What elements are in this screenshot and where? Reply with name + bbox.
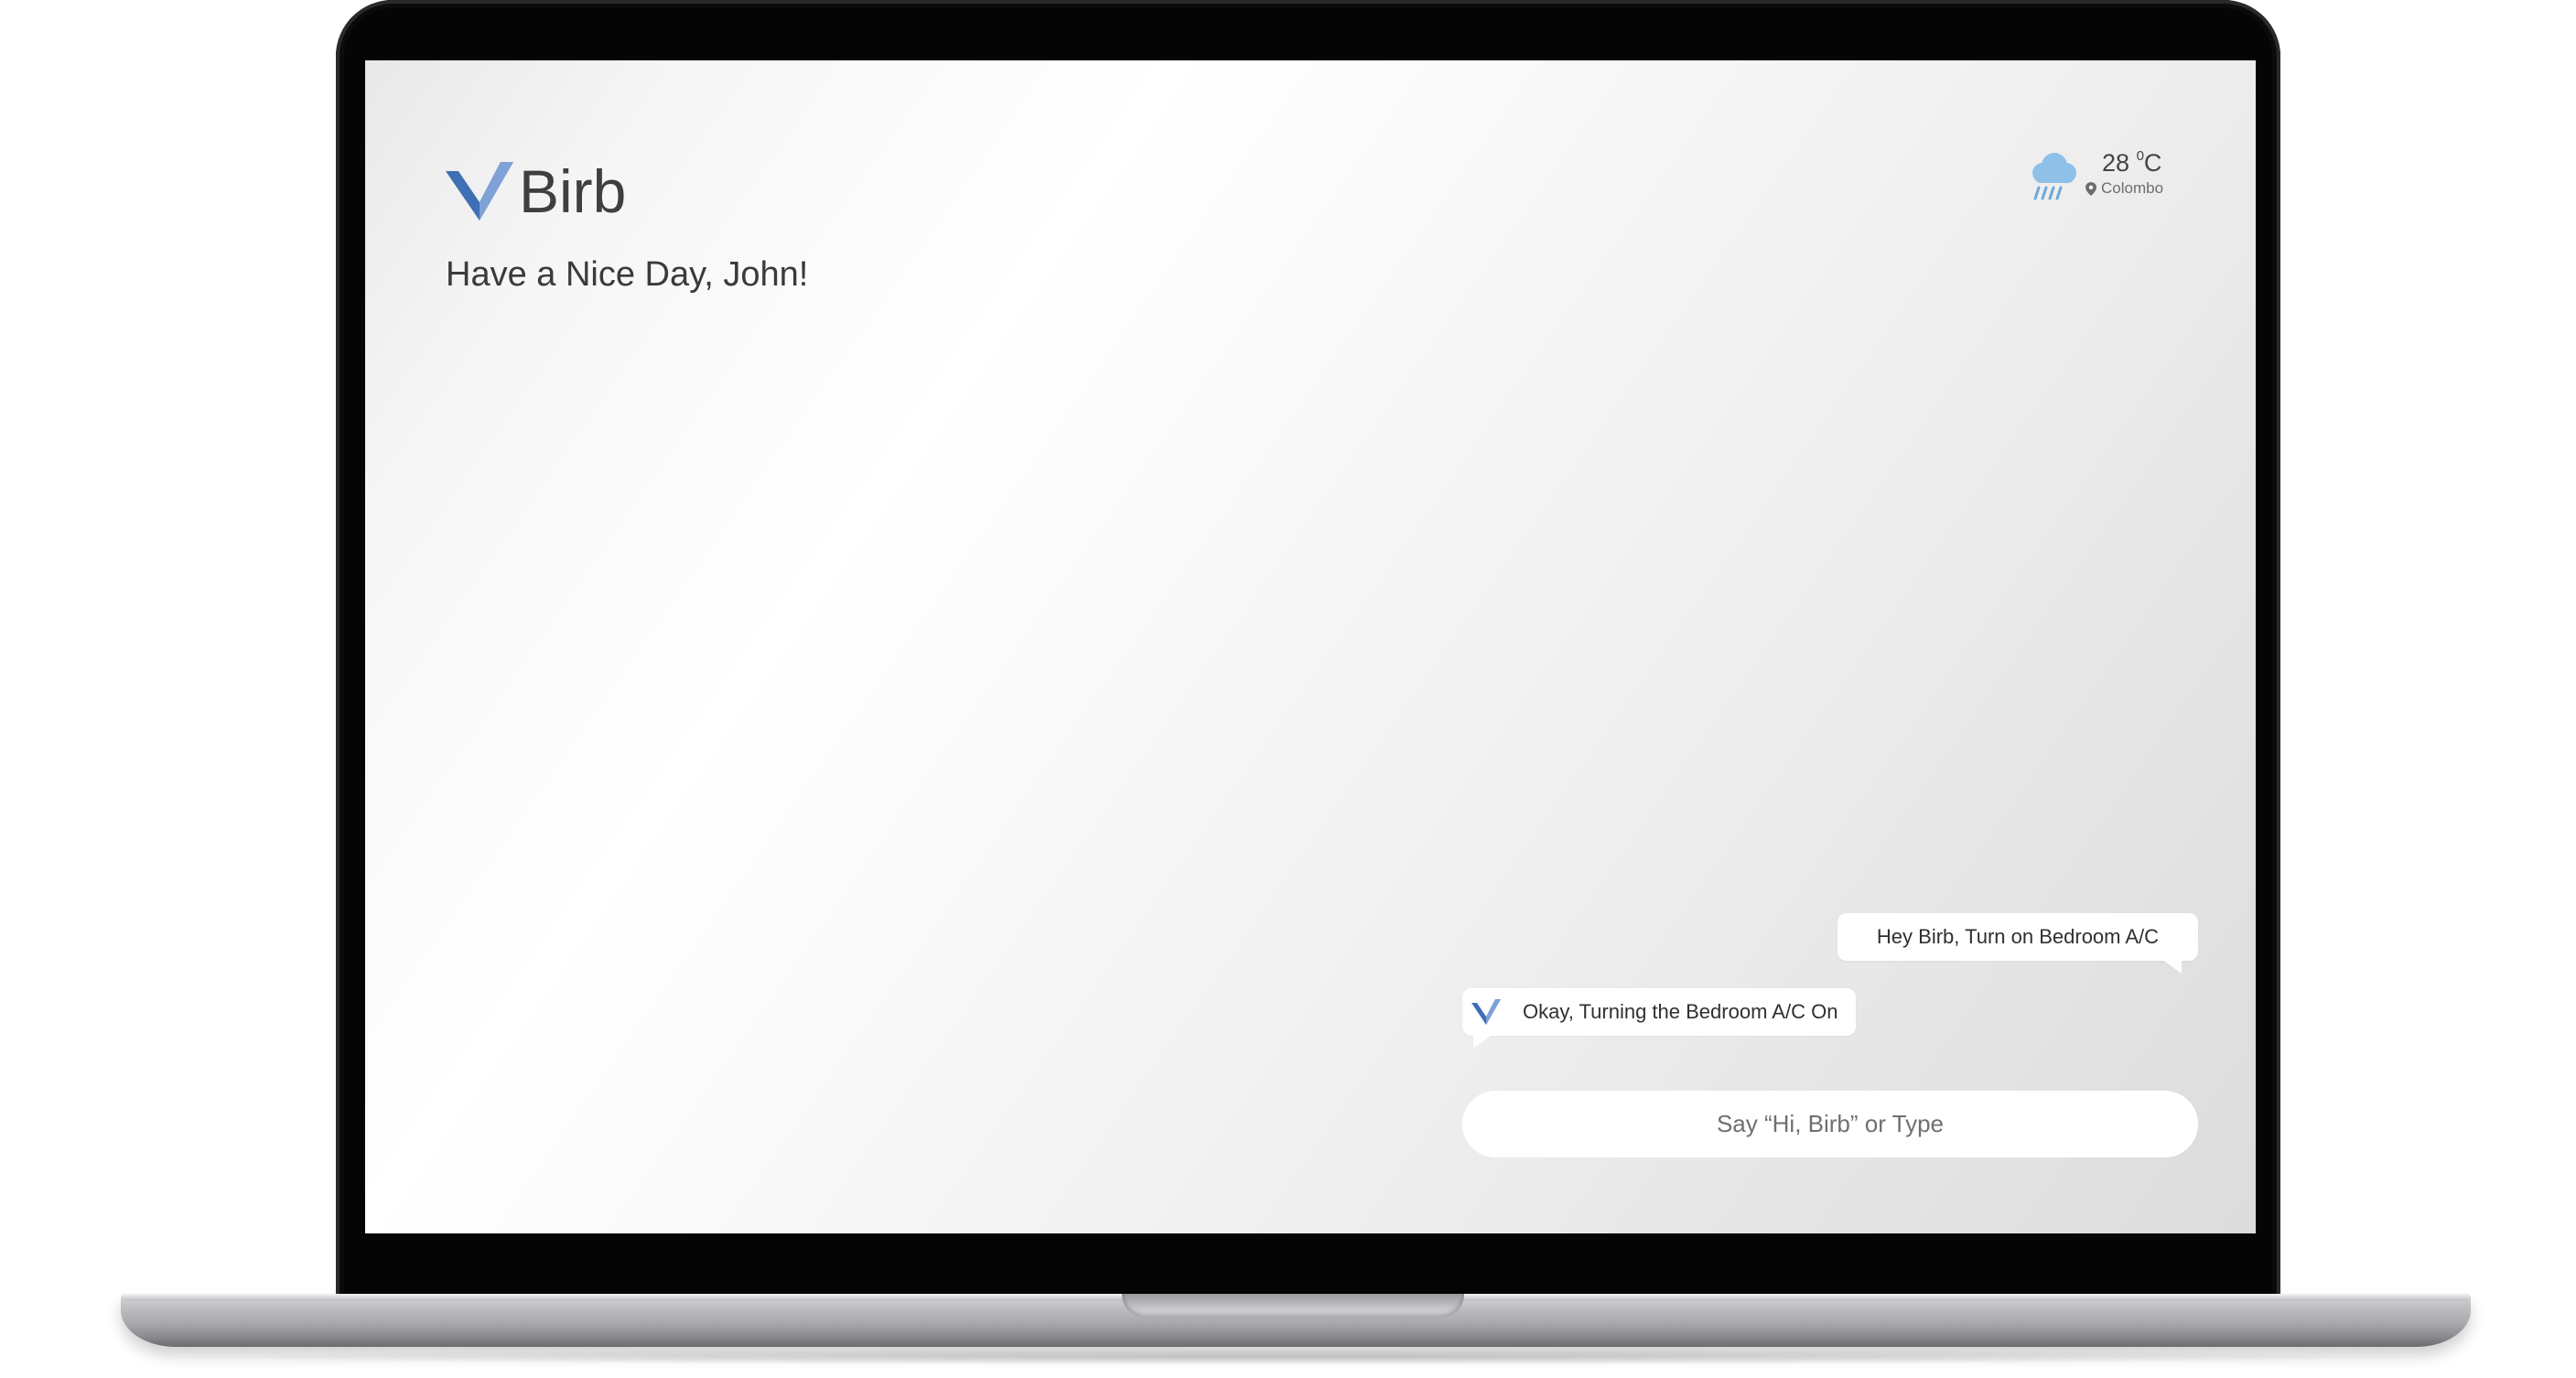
app-brand: Birb bbox=[446, 161, 626, 221]
location-pin-icon bbox=[2086, 181, 2096, 196]
bubble-tail bbox=[1473, 1034, 1493, 1049]
location-name: Colombo bbox=[2101, 179, 2164, 197]
temperature-degree: 0 bbox=[2136, 148, 2144, 164]
greeting-text: Have a Nice Day, John! bbox=[446, 255, 809, 294]
laptop-notch bbox=[1122, 1294, 1464, 1318]
laptop-mockup: Birb Have a Nice Day, John! 28 0C Colomb… bbox=[0, 0, 2576, 1378]
birb-check-icon bbox=[1471, 999, 1501, 1025]
weather-location: Colombo bbox=[2086, 179, 2163, 198]
temperature: 28 0C bbox=[2102, 148, 2162, 178]
assistant-command-input[interactable] bbox=[1462, 1091, 2198, 1157]
birb-check-logo-icon bbox=[446, 162, 513, 221]
user-message-bubble: Hey Birb, Turn on Bedroom A/C bbox=[1838, 913, 2198, 974]
app-screen: Birb Have a Nice Day, John! 28 0C Colomb… bbox=[365, 60, 2256, 1233]
assistant-message-bubble: Okay, Turning the Bedroom A/C On bbox=[1462, 988, 1856, 1049]
laptop-shadow bbox=[165, 1349, 2425, 1365]
weather-widget: 28 0C Colombo bbox=[2024, 147, 2180, 202]
bubble-tail bbox=[2161, 959, 2182, 974]
rain-cloud-icon bbox=[2032, 153, 2076, 200]
user-message-text: Hey Birb, Turn on Bedroom A/C bbox=[1876, 925, 2160, 948]
app-name: Birb bbox=[519, 157, 627, 225]
assistant-message-text: Okay, Turning the Bedroom A/C On bbox=[1523, 1000, 1838, 1023]
temperature-value: 28 bbox=[2102, 149, 2130, 177]
temperature-unit: C bbox=[2143, 149, 2162, 177]
